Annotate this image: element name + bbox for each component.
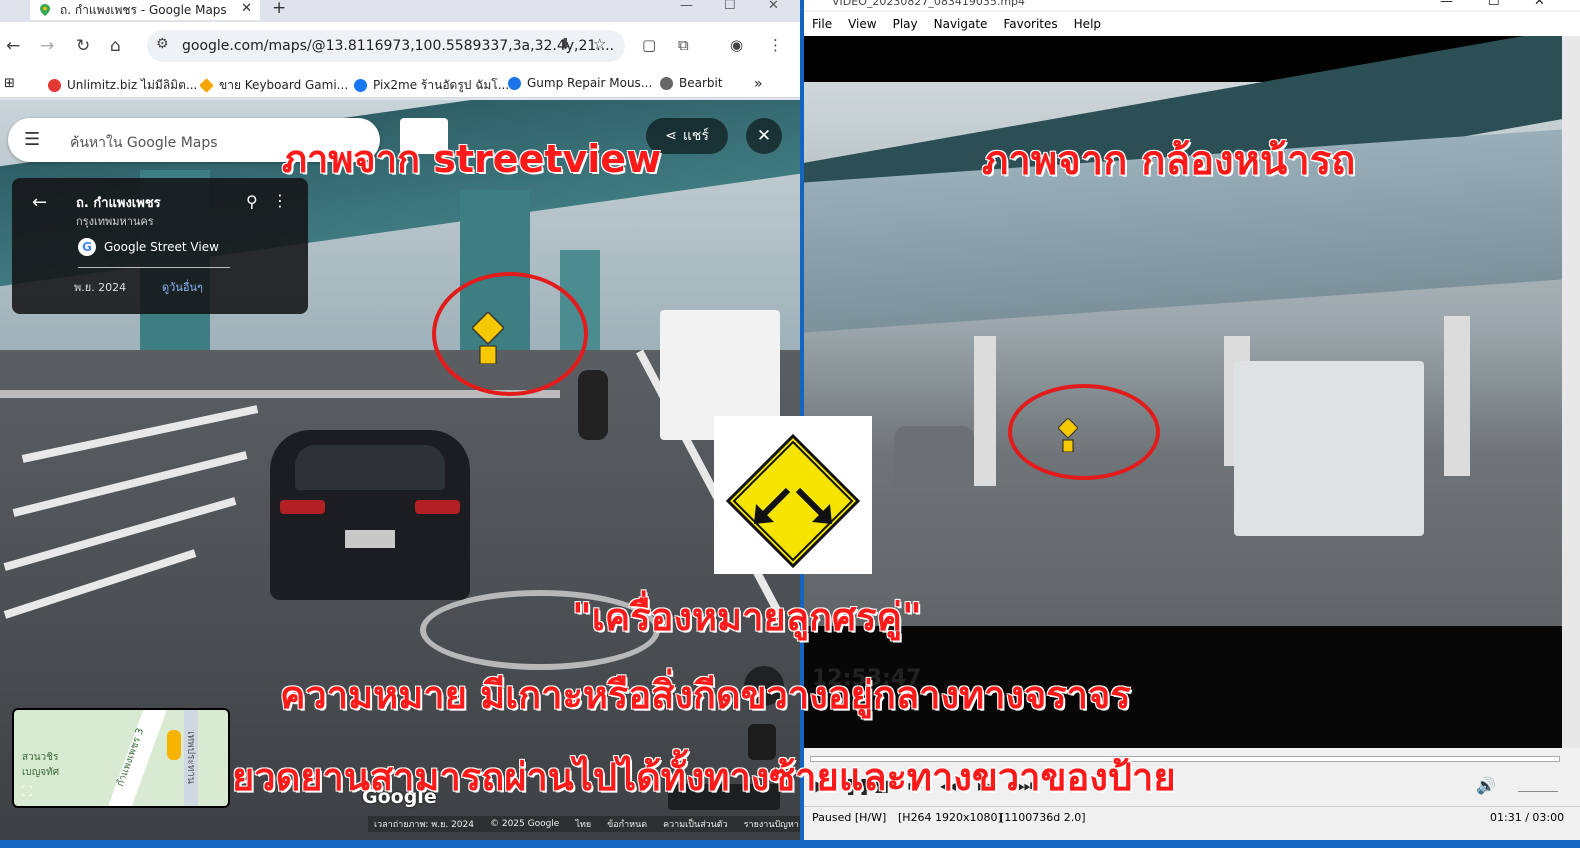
caption-streetview: ภาพจาก streetview	[282, 137, 662, 181]
bookmarks-more-icon[interactable]: »	[754, 76, 763, 92]
double-arrow-sign-icon	[725, 433, 861, 569]
address-bar[interactable]: ⚙ google.com/maps/@13.8116973,100.558933…	[147, 30, 625, 62]
browser-toolbar: ← → ↻ ⌂ ⚙ google.com/maps/@13.8116973,10…	[0, 22, 800, 70]
see-other-dates-link[interactable]: ดูวันอื่นๆ	[162, 278, 203, 296]
location-title: ถ. กำแพงเพชร	[76, 196, 161, 211]
volume-icon[interactable]: 🔊	[1476, 776, 1496, 795]
reload-icon[interactable]: ↻	[76, 36, 90, 56]
player-scrollbar[interactable]	[1562, 36, 1580, 748]
capture-date: พ.ย. 2024	[74, 281, 127, 294]
location-pin-icon[interactable]: ⚲	[246, 192, 258, 211]
mini-map[interactable]: สวนวชิร เบญจทัศ กำแพงเพชร 3 เทพประทาน ⛶	[12, 708, 230, 808]
edge-icon	[508, 76, 521, 90]
volume-slider[interactable]	[1518, 778, 1558, 792]
screen: ถ. กำแพงเพชร - Google Maps ✕ + — ☐ ✕ ← →…	[0, 0, 1580, 848]
black-car	[270, 430, 470, 600]
share-icon: ⋖	[665, 128, 677, 144]
tab-title: ถ. กำแพงเพชร - Google Maps	[60, 2, 227, 17]
maximize-icon[interactable]: ☐	[724, 0, 736, 13]
maximize-icon[interactable]: ☐	[1488, 0, 1500, 9]
bookmark-keyboard[interactable]: ขาย Keyboard Gami...	[199, 76, 348, 95]
profile-avatar-icon[interactable]: ◉	[730, 36, 743, 54]
site-info-icon[interactable]: ⚙	[156, 36, 169, 52]
apps-grid-icon[interactable]: ⊞	[4, 76, 15, 91]
menu-play[interactable]: Play	[893, 17, 918, 31]
street-view-source: G Google Street View	[78, 238, 219, 256]
player-title-bar: VIDEO_20230827_083419035.mp4 — ☐ ✕	[804, 0, 1580, 10]
close-street-view-button[interactable]: ✕	[746, 118, 782, 154]
home-icon[interactable]: ⌂	[110, 36, 121, 56]
double-arrow-sign	[714, 416, 872, 574]
sign-meaning: ความหมาย มีเกาะหรือสิ่งกีดขวางอยู่กลางทา…	[280, 673, 1131, 717]
url-text: google.com/maps/@13.8116973,100.5589337,…	[182, 38, 615, 54]
more-options-icon[interactable]: ⋮	[272, 191, 288, 210]
extension-icon[interactable]: ▢	[642, 36, 656, 54]
minimize-icon[interactable]: —	[680, 0, 693, 13]
chrome-menu-icon[interactable]: ⋮	[768, 36, 783, 54]
minimize-icon[interactable]: —	[1440, 0, 1453, 9]
bookmark-pix2me[interactable]: Pix2me ร้านอัดรูป ฉัมโ...	[354, 76, 509, 95]
tab-strip: ถ. กำแพงเพชร - Google Maps ✕ + — ☐ ✕	[0, 0, 800, 20]
bookmark-bearbit[interactable]: Bearbit	[660, 76, 723, 90]
player-menu-bar: File View Play Navigate Favorites Help	[804, 12, 1580, 36]
bookmark-unlimitz[interactable]: Unlimitz.biz ไม่มีลิมิต...	[48, 76, 197, 95]
new-tab-button[interactable]: +	[272, 0, 286, 18]
menu-navigate[interactable]: Navigate	[934, 17, 988, 31]
search-placeholder: ค้นหาใน Google Maps	[70, 135, 218, 151]
expand-map-icon[interactable]: ⛶	[22, 784, 32, 800]
maps-pin-icon	[40, 4, 50, 16]
sign-instruction: ยวดยานสามารถผ่านไปได้ทั้งทางซ้ายและทางขว…	[232, 755, 1176, 799]
bookmark-gump[interactable]: Gump Repair Mous...	[508, 76, 652, 90]
close-icon: ✕	[756, 126, 772, 146]
menu-favorites[interactable]: Favorites	[1003, 17, 1057, 31]
caption-dashcam: ภาพจาก กล้องหน้ารถ	[982, 138, 1356, 184]
heart-icon	[48, 79, 61, 92]
facebook-icon	[354, 79, 367, 92]
back-icon[interactable]: ←	[6, 36, 20, 56]
tab-close-icon[interactable]: ✕	[241, 1, 252, 16]
pegman-icon[interactable]	[167, 730, 181, 760]
highlight-circle-left	[432, 272, 588, 396]
maps-footer: เวลาถ่ายภาพ: พ.ย. 2024 © 2025 Google ไทย…	[368, 816, 800, 832]
location-subtitle: กรุงเทพมหานคร	[76, 215, 154, 228]
menu-file[interactable]: File	[812, 17, 832, 31]
forward-icon[interactable]: →	[40, 36, 54, 56]
tab-google-maps[interactable]: ถ. กำแพงเพชร - Google Maps ✕	[30, 0, 260, 20]
diamond-icon	[199, 78, 214, 93]
window-close-icon[interactable]: ✕	[768, 0, 779, 13]
globe-icon	[660, 76, 673, 90]
player-status-bar: Paused [H/W] [H264 1920x1080] [1100736d …	[804, 806, 1580, 828]
window-close-icon[interactable]: ✕	[1534, 0, 1545, 9]
install-app-icon[interactable]: ⬇	[559, 35, 572, 53]
hamburger-menu-icon[interactable]: ☰	[24, 129, 40, 150]
google-g-icon: G	[78, 238, 96, 256]
location-card: ← ถ. กำแพงเพชร กรุงเทพมหานคร ⚲ ⋮ G Googl…	[12, 178, 308, 314]
bookmark-star-icon[interactable]: ☆	[593, 35, 606, 53]
bookmarks-bar: ⊞ Unlimitz.biz ไม่มีลิมิต... ขาย Keyboar…	[0, 70, 800, 98]
highlight-circle-right	[1008, 384, 1160, 480]
menu-help[interactable]: Help	[1074, 17, 1101, 31]
back-arrow-icon[interactable]: ←	[32, 192, 47, 213]
sign-name: "เครื่องหมายลูกศรคู่"	[572, 595, 922, 639]
player-title: VIDEO_20230827_083419035.mp4	[832, 0, 1026, 8]
menu-view[interactable]: View	[848, 17, 876, 31]
extensions-puzzle-icon[interactable]: ⧉	[678, 36, 689, 54]
